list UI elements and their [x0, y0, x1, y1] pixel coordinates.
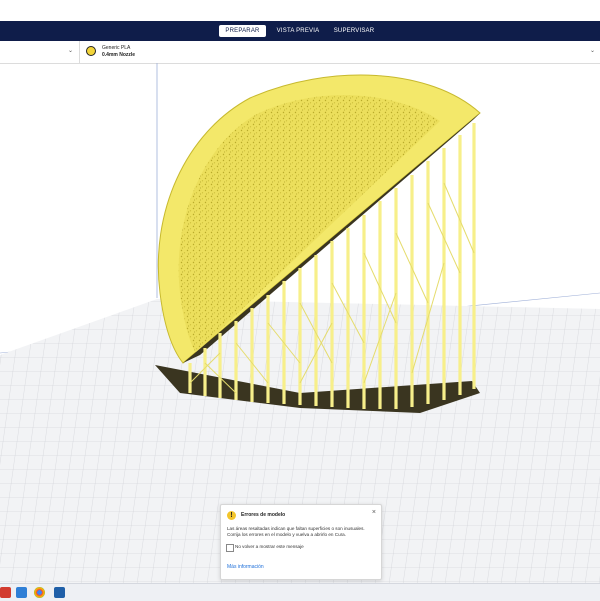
window-title-area — [0, 0, 600, 21]
extruder-icon — [86, 46, 96, 56]
warning-icon: ! — [227, 511, 236, 520]
chrome-icon[interactable] — [34, 587, 45, 598]
taskbar — [0, 583, 600, 601]
settings-bar: ⌄ Generic PLA 0.4mm Nozzle ⌄ — [0, 41, 600, 64]
chevron-down-icon: ⌄ — [68, 48, 74, 54]
chevron-down-icon: ⌄ — [590, 48, 596, 54]
more-info-link[interactable]: Más información — [227, 564, 264, 570]
stage-navbar: PREPARAR VISTA PREVIA SUPERVISAR — [0, 21, 600, 41]
dialog-message: Las áreas resaltadas indican que faltan … — [227, 526, 365, 537]
tab-monitor[interactable]: SUPERVISAR — [330, 25, 378, 37]
tab-preview[interactable]: VISTA PREVIA — [276, 25, 320, 37]
dialog-title: Errores de modelo — [241, 512, 286, 518]
printer-selector[interactable]: ⌄ — [0, 41, 80, 63]
checkbox-label: No volver a mostrar este mensaje — [235, 544, 304, 549]
tab-prepare[interactable]: PREPARAR — [219, 25, 266, 37]
close-icon[interactable]: × — [372, 509, 376, 516]
model-errors-dialog: ! Errores de modelo × Las áreas resaltad… — [220, 504, 382, 580]
material-selector[interactable]: Generic PLA 0.4mm Nozzle ⌄ — [80, 41, 600, 63]
material-name: Generic PLA — [102, 45, 131, 51]
dont-show-again-checkbox[interactable] — [226, 544, 234, 552]
nozzle-size: 0.4mm Nozzle — [102, 52, 136, 58]
file-explorer-icon[interactable] — [16, 587, 27, 598]
cura-icon[interactable] — [54, 587, 65, 598]
app-red-icon[interactable] — [0, 587, 11, 598]
